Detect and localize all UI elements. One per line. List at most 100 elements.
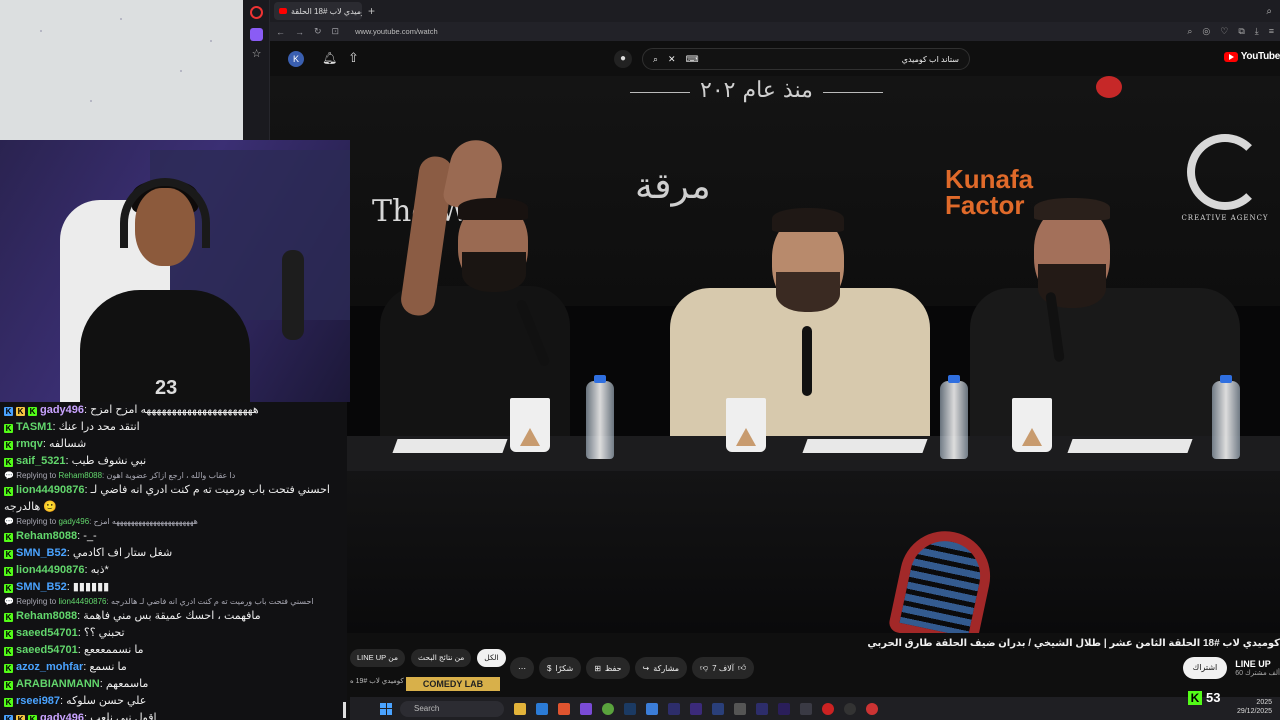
- new-tab-icon[interactable]: +: [368, 4, 375, 18]
- url-field[interactable]: www.youtube.com/watch: [355, 27, 438, 36]
- notifications-bell-icon[interactable]: 🔔︎: [322, 51, 337, 65]
- start-button-icon[interactable]: [380, 702, 392, 715]
- chat-message[interactable]: K K Kgady496: اقول نبي نلعب: [0, 710, 347, 720]
- opera-icon[interactable]: [822, 702, 834, 715]
- reply-username[interactable]: lion44490876: [58, 597, 106, 606]
- channel-name[interactable]: LINE UP: [1235, 659, 1280, 669]
- chat-message[interactable]: K K Kgady496: ههههههههههههههههههههههه امزح…: [0, 402, 347, 419]
- chat-username[interactable]: azoz_mohfar: [16, 661, 83, 673]
- chat-message[interactable]: Klion44490876: احسني فتحت باب ورميت ته م…: [0, 482, 347, 499]
- chat-message[interactable]: K TASM1: انتقد محد درا عنك: [0, 419, 347, 436]
- premiere-icon[interactable]: [778, 702, 790, 715]
- forward-icon[interactable]: →: [295, 27, 304, 37]
- chat-username[interactable]: saeed54701: [16, 627, 78, 639]
- chat-username[interactable]: rseei987: [16, 695, 60, 707]
- video-player[interactable]: منذ عام ٢٠٢ The W...e مرقة Kunafa Factor…: [270, 76, 1280, 633]
- thanks-button[interactable]: $ شكرًا: [539, 657, 582, 679]
- chat-message[interactable]: Klion44490876: ذبه*: [0, 562, 347, 579]
- like-icon[interactable]: 👍︎: [738, 663, 746, 673]
- reply-username[interactable]: gady496: [58, 517, 89, 526]
- chat-username[interactable]: gady496: [40, 404, 84, 416]
- chat-username[interactable]: lion44490876: [16, 564, 85, 576]
- recommended-video[interactable]: كوميدي لاب #19 ه COMEDY LAB: [350, 677, 500, 691]
- search-icon[interactable]: ⌕: [653, 54, 658, 65]
- visual-studio-icon[interactable]: [580, 702, 592, 715]
- file-explorer-icon[interactable]: [514, 702, 526, 715]
- chat-username[interactable]: SMN_B52: [16, 547, 67, 559]
- chat-scrollbar[interactable]: [343, 702, 346, 718]
- chat-username[interactable]: saeed54701: [16, 644, 78, 656]
- chat-message[interactable]: Krmqv: شسالفه: [0, 436, 347, 453]
- upload-icon[interactable]: ⇧: [348, 50, 359, 66]
- obs-icon[interactable]: [844, 702, 856, 715]
- after-effects-icon[interactable]: [690, 702, 702, 715]
- clear-search-icon[interactable]: ✕: [668, 54, 676, 65]
- chat-message[interactable]: هالدرجه 🙂: [0, 499, 347, 516]
- voice-search-mic-icon[interactable]: ●: [614, 50, 632, 68]
- chat-message[interactable]: K Reham8088: -_-: [0, 528, 347, 545]
- user-badge-icon: K: [4, 664, 13, 673]
- chrome-icon[interactable]: [602, 702, 614, 715]
- tab-youtube[interactable]: كوميدي لاب #18 الحلقة...: [274, 2, 362, 20]
- opera-icon[interactable]: [250, 6, 263, 19]
- menu-icon[interactable]: ≡: [1269, 26, 1274, 37]
- chat-username[interactable]: rmqv: [16, 438, 43, 450]
- chat-message[interactable]: Kazoz_mohfar: ما نسمع: [0, 659, 347, 676]
- taskbar-search[interactable]: Search: [400, 700, 504, 717]
- media-encoder-icon[interactable]: [712, 702, 724, 715]
- heart-icon[interactable]: ♡: [1220, 26, 1228, 37]
- app-icon[interactable]: [646, 702, 658, 715]
- camera-icon[interactable]: ◎: [1202, 26, 1210, 37]
- back-icon[interactable]: ←: [276, 27, 285, 37]
- chat-username[interactable]: TASM1: [16, 421, 52, 433]
- more-actions-button[interactable]: ⋯: [510, 657, 534, 679]
- search-input[interactable]: ستاند اب كوميدي: [902, 55, 959, 64]
- subscribe-button[interactable]: اشتراك: [1182, 657, 1228, 679]
- audition-icon[interactable]: [668, 702, 680, 715]
- download-icon[interactable]: ⤓: [1255, 26, 1259, 37]
- app-icon-2[interactable]: [800, 702, 812, 715]
- reply-username[interactable]: Reham8088: [58, 471, 102, 480]
- reload-icon[interactable]: ↻: [314, 26, 322, 37]
- chat-username[interactable]: lion44490876: [16, 484, 85, 496]
- dislike-icon[interactable]: 👎︎: [700, 663, 708, 673]
- chat-username[interactable]: Reham8088: [16, 610, 77, 622]
- sponsor-kunafa-line1: Kunafa: [945, 164, 1034, 194]
- chat-username[interactable]: Reham8088: [16, 530, 77, 542]
- search-icon[interactable]: ⌕: [1187, 26, 1192, 37]
- share-button[interactable]: ↪ مشاركة: [634, 657, 688, 679]
- recording-icon[interactable]: [866, 702, 878, 715]
- photoshop-icon[interactable]: [624, 702, 636, 715]
- like-dislike-group[interactable]: 👎︎ 7 آلاف 👍︎: [692, 657, 755, 679]
- system-clock[interactable]: 2025 29/12/2025: [1237, 698, 1272, 716]
- home-icon[interactable]: [250, 28, 263, 41]
- chip-search-results[interactable]: من نتائج البحث: [411, 649, 472, 667]
- extensions-icon[interactable]: ⧉: [1238, 26, 1244, 37]
- chat-message[interactable]: Ksaif_5321: نبي نشوف طيب: [0, 453, 347, 470]
- chat-message[interactable]: K Reham8088: مافهمت ، احسك عميقة بس مني ف…: [0, 608, 347, 625]
- audition-icon-2[interactable]: [756, 702, 768, 715]
- youtube-logo[interactable]: YouTube: [1223, 51, 1280, 62]
- brave-icon[interactable]: [558, 702, 570, 715]
- chat-username[interactable]: saif_5321: [16, 455, 66, 467]
- chat-username[interactable]: gady496: [40, 712, 84, 720]
- chat-message[interactable]: K SMN_B52: ▮▮▮▮▮▮: [0, 579, 347, 596]
- save-button[interactable]: ⊞ حفظ: [586, 657, 630, 679]
- chat-message[interactable]: K SMN_B52: شغل ستار اف اكادمي: [0, 545, 347, 562]
- chat-message[interactable]: K ARABIANMANN: ماسمعهم: [0, 676, 347, 693]
- chat-username[interactable]: SMN_B52: [16, 581, 67, 593]
- chip-all[interactable]: الكل: [477, 649, 506, 667]
- star-icon[interactable]: ☆: [250, 48, 263, 61]
- tab-search-icon[interactable]: ⌕: [1266, 6, 1272, 17]
- keyboard-icon[interactable]: ⌨: [686, 54, 699, 65]
- channel-info[interactable]: LINE UP 60 ألف مشترك: [1235, 659, 1280, 677]
- search-box[interactable]: ⌕ ✕ ⌨ ستاند اب كوميدي: [642, 48, 970, 70]
- chat-message[interactable]: Ksaeed54701: ما نسممعععع: [0, 642, 347, 659]
- settings-icon[interactable]: [734, 702, 746, 715]
- vscode-icon[interactable]: [536, 702, 548, 715]
- chat-username[interactable]: ARABIANMANN: [16, 678, 100, 690]
- chip-lineup[interactable]: من LINE UP: [350, 649, 405, 667]
- chat-message[interactable]: Krseei987: علي حسن سلوكه: [0, 693, 347, 710]
- avatar[interactable]: K: [288, 51, 304, 67]
- chat-message[interactable]: Ksaeed54701: تحبني ؟؟: [0, 625, 347, 642]
